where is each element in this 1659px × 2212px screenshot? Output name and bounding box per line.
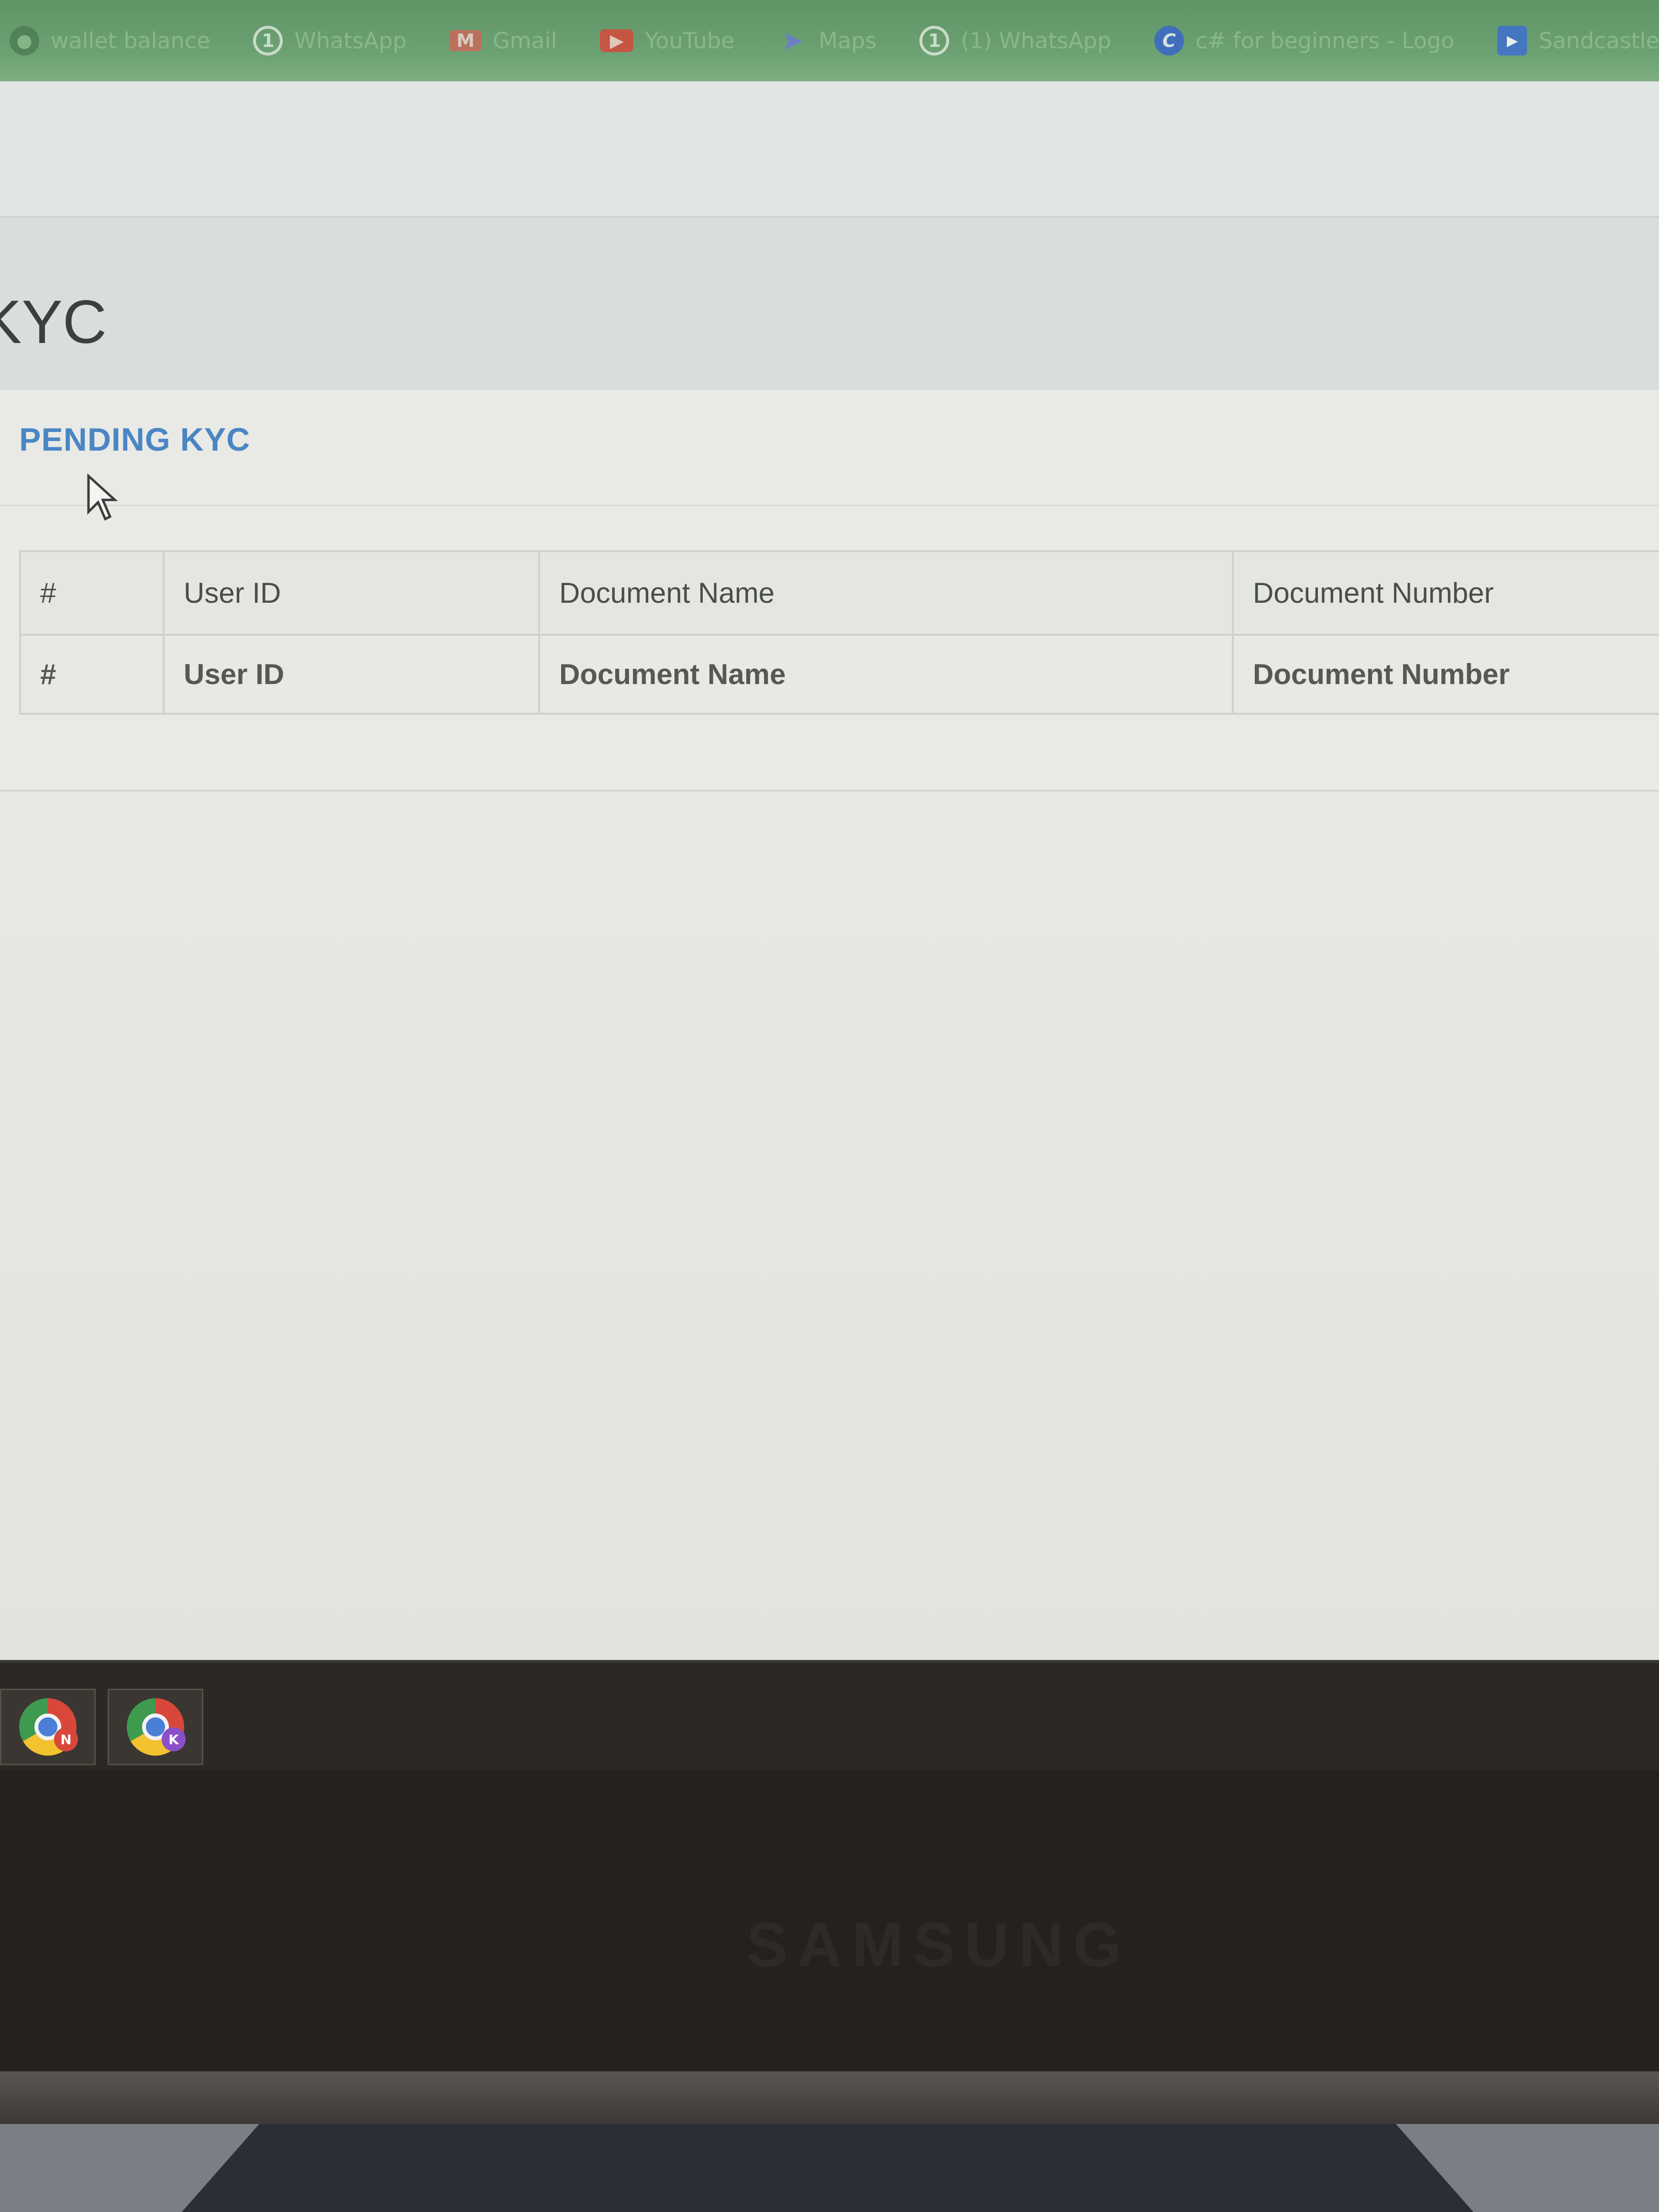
card-title: PENDING KYC (19, 421, 251, 458)
page-title: KYC (0, 288, 107, 356)
bookmark-item[interactable]: C c# for beginners - Logo (1154, 26, 1454, 55)
bookmark-label: Gmail (493, 28, 557, 54)
gmail-icon: M (450, 30, 482, 51)
bookmark-label: Maps (818, 28, 877, 54)
cell-document-number: Document Number (1232, 634, 1659, 715)
bookmark-item[interactable]: ● wallet balance (10, 26, 210, 55)
bookmark-label: (1) WhatsApp (961, 28, 1111, 54)
bookmark-label: wallet balance (51, 28, 210, 54)
bookmark-item[interactable]: ▶ Sandcastle (1497, 26, 1659, 55)
table-header-row: # User ID Document Name Document Number (19, 550, 1659, 636)
column-header-index: # (19, 550, 165, 636)
globe-icon: ● (10, 26, 39, 55)
column-header-document-number: Document Number (1232, 550, 1659, 636)
bookmark-item[interactable]: 1 (1) WhatsApp (919, 26, 1111, 55)
bookmark-label: c# for beginners - Logo (1195, 28, 1455, 54)
column-header-document-name: Document Name (538, 550, 1234, 636)
number-1-icon: 1 (919, 26, 950, 55)
number-1-icon: 1 (253, 26, 283, 55)
cell-document-name: Document Name (538, 634, 1234, 715)
play-icon: ▶ (1497, 26, 1527, 55)
monitor-bottom-edge (0, 2071, 1659, 2124)
cell-user-id: User ID (163, 634, 540, 715)
monitor-stand (182, 2124, 1473, 2212)
card-divider (0, 505, 1659, 506)
page-header (0, 218, 1659, 390)
monitor-brand-logo: SAMSUNG (746, 1910, 1131, 1980)
bookmark-label: YouTube (645, 28, 735, 54)
bookmarks-bar: ● wallet balance 1 WhatsApp M Gmail ▶ Yo… (0, 0, 1659, 81)
youtube-icon: ▶ (600, 29, 634, 52)
bookmark-label: Sandcastle (1538, 28, 1659, 54)
table-row: # User ID Document Name Document Number (19, 634, 1659, 715)
bookmark-label: WhatsApp (294, 28, 407, 54)
bookmark-item[interactable]: 1 WhatsApp (253, 26, 407, 55)
c-icon: C (1154, 26, 1184, 55)
taskbar-chrome-k[interactable]: K (108, 1689, 203, 1765)
profile-badge: N (54, 1727, 78, 1751)
taskbar (0, 1660, 1659, 1770)
taskbar-chrome-n[interactable]: N (0, 1689, 96, 1765)
mouse-cursor-icon (87, 474, 118, 521)
column-header-user-id: User ID (163, 550, 540, 636)
pending-kyc-table: # User ID Document Name Document Number … (19, 550, 1659, 715)
bookmark-item[interactable]: M Gmail (450, 28, 557, 54)
bookmark-item[interactable]: ▶ YouTube (600, 28, 734, 54)
top-toolbar (0, 81, 1659, 218)
maps-icon: ➤ (781, 25, 804, 56)
profile-badge: K (162, 1727, 186, 1751)
bookmark-item[interactable]: ➤ Maps (777, 25, 877, 56)
cell-index: # (19, 634, 165, 715)
